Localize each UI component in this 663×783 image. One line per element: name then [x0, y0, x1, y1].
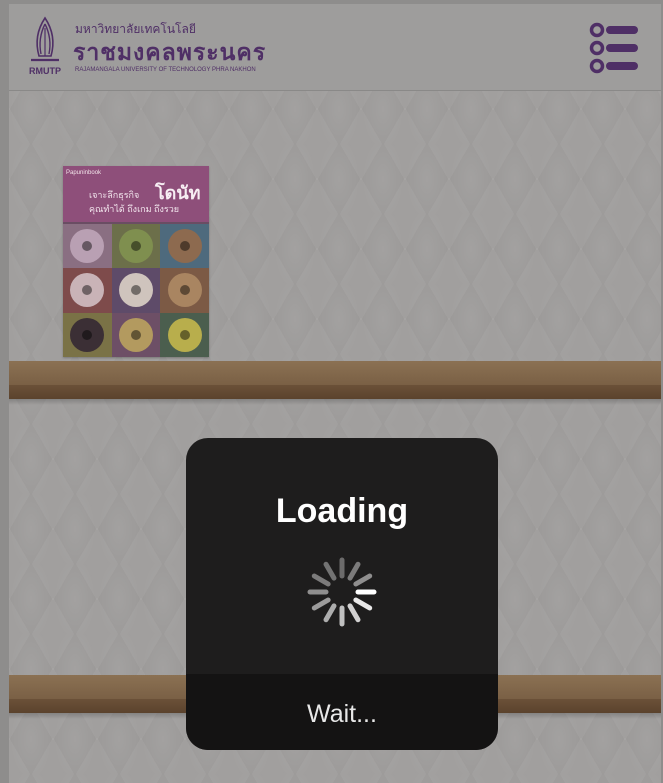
donut-image: [118, 229, 153, 264]
donut-image: [118, 273, 153, 308]
book-cover-header: Papuninbook เจาะลึกธุรกิจ โดนัท คุณทำได้…: [63, 166, 209, 222]
donut-image: [118, 317, 153, 352]
book-cover-donut-grid: [63, 224, 209, 357]
university-name-english: RAJAMANGALA UNIVERSITY OF TECHNOLOGY PHR…: [75, 67, 256, 73]
book-title-prefix: เจาะลึกธุรกิจ: [89, 190, 140, 200]
loading-dialog: Loading Wait...: [186, 438, 498, 750]
donut-image: [70, 273, 105, 308]
loading-message: Wait...: [307, 700, 377, 728]
emblem-caption: RMUTP: [29, 66, 61, 76]
university-emblem-icon: RMUTP: [29, 16, 61, 76]
donut-image: [167, 229, 202, 264]
donut-image: [167, 273, 202, 308]
loading-footer: Wait...: [186, 674, 498, 750]
book-subtitle: คุณทำได้ ถึงเกม ถึงรวย: [89, 204, 180, 214]
loading-title: Loading: [275, 492, 409, 530]
donut-image: [70, 229, 105, 264]
book-publisher: Papuninbook: [66, 170, 102, 176]
university-name-thai: ราชมงคลพระนคร: [73, 39, 267, 65]
menu-button[interactable]: [589, 22, 641, 74]
donut-image: [70, 317, 105, 352]
spinner-icon: [307, 557, 377, 627]
app-header: RMUTP มหาวิทยาลัยเทคโนโลยี ราชมงคลพระนคร…: [9, 4, 661, 91]
book-cover[interactable]: Papuninbook เจาะลึกธุรกิจ โดนัท คุณทำได้…: [63, 166, 209, 357]
donut-image: [167, 317, 202, 352]
list-menu-icon: [589, 22, 638, 74]
